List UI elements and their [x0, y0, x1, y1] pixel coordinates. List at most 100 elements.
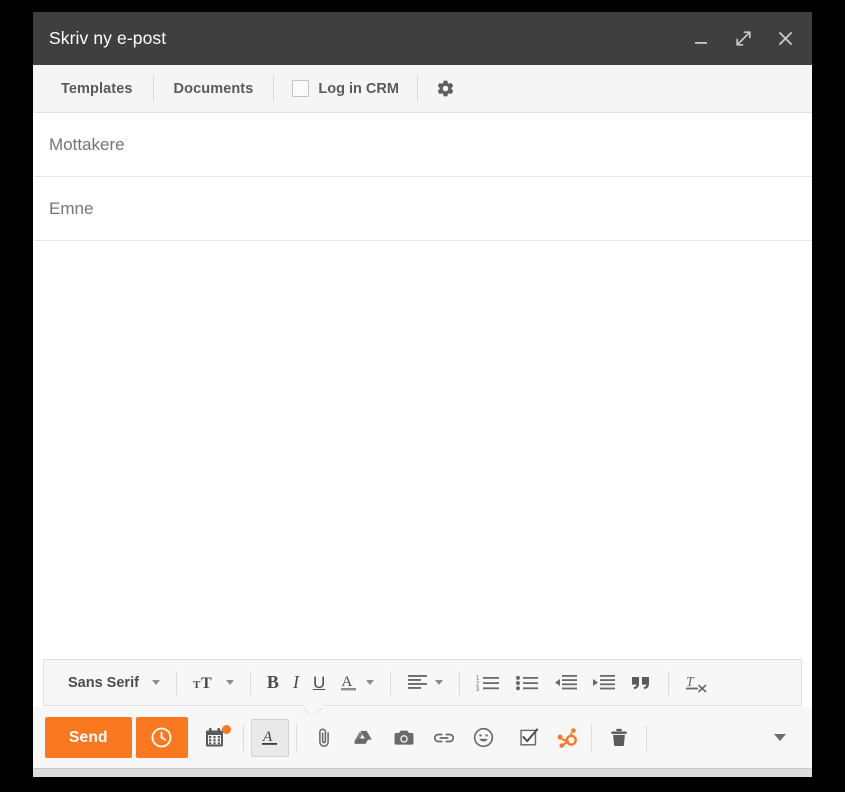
toolbar-divider	[175, 670, 177, 695]
format-text-icon: A	[261, 729, 277, 745]
extension-toolbar: Templates Documents Log in CRM	[33, 65, 812, 113]
templates-label: Templates	[61, 80, 133, 97]
text-color-icon: A	[341, 674, 357, 691]
svg-text:A: A	[262, 729, 273, 745]
formatting-toolbar: Sans Serif T T B I U A 1 2 3 T	[43, 659, 802, 714]
recipients-row[interactable]	[33, 113, 812, 177]
minimize-button[interactable]	[688, 26, 714, 52]
log-in-crm-toggle[interactable]: Log in CRM	[274, 65, 417, 112]
window-titlebar: Skriv ny e-post	[33, 12, 812, 65]
message-body-area[interactable]	[33, 241, 812, 659]
log-in-crm-label: Log in CRM	[318, 80, 399, 97]
italic-icon: I	[292, 672, 299, 692]
toolbar-divider	[668, 670, 670, 695]
close-icon	[778, 32, 792, 45]
chevron-down-icon	[435, 680, 444, 685]
paperclip-icon	[318, 728, 329, 747]
discard-draft-button[interactable]	[599, 718, 639, 758]
svg-text:T: T	[193, 679, 201, 691]
underline-icon: U	[312, 672, 326, 692]
toolbar-divider	[645, 724, 647, 751]
chevron-down-icon	[225, 680, 234, 685]
quote-button[interactable]	[623, 666, 659, 699]
toolbar-divider	[242, 724, 244, 751]
trash-icon	[611, 728, 627, 747]
window-controls	[688, 26, 798, 52]
documents-button[interactable]: Documents	[154, 65, 274, 112]
minimize-icon	[695, 41, 707, 44]
font-family-label: Sans Serif	[68, 674, 139, 691]
compose-email-window: Skriv ny e-post Templates Documents Log …	[33, 12, 812, 777]
hubspot-button[interactable]	[550, 718, 584, 758]
attach-file-button[interactable]	[304, 718, 344, 758]
insert-link-button[interactable]	[424, 718, 464, 758]
chevron-down-icon	[774, 734, 786, 741]
italic-button[interactable]: I	[286, 666, 306, 699]
font-family-dropdown[interactable]: Sans Serif	[53, 666, 167, 699]
numbered-list-icon: 1 2 3	[476, 675, 500, 692]
insert-drive-button[interactable]	[344, 718, 384, 758]
subject-input[interactable]	[49, 198, 796, 219]
send-button[interactable]: Send	[45, 717, 132, 758]
decrease-indent-button[interactable]	[547, 666, 585, 699]
subject-row[interactable]	[33, 177, 812, 241]
increase-indent-button[interactable]	[585, 666, 623, 699]
toolbar-divider	[295, 724, 297, 751]
close-button[interactable]	[772, 26, 798, 52]
message-body-input[interactable]	[49, 255, 796, 645]
numbered-list-button[interactable]: 1 2 3	[469, 666, 508, 699]
text-color-button[interactable]: A	[332, 666, 381, 699]
insert-task-button[interactable]	[510, 718, 550, 758]
action-bar: Send A	[33, 706, 812, 768]
underline-button[interactable]: U	[306, 666, 332, 699]
emoji-icon	[474, 727, 494, 748]
screen: Skriv ny e-post Templates Documents Log …	[0, 0, 845, 792]
log-in-crm-checkbox[interactable]	[292, 80, 310, 97]
link-icon	[433, 733, 454, 742]
checkbox-task-icon	[520, 728, 539, 746]
align-left-icon	[408, 675, 428, 689]
documents-label: Documents	[173, 80, 254, 97]
expand-arrows-icon	[735, 31, 751, 46]
clock-icon	[151, 727, 172, 748]
expand-button[interactable]	[730, 26, 756, 52]
hubspot-sprocket-icon	[557, 727, 577, 748]
remove-formatting-icon: T	[686, 675, 707, 693]
formatting-options-button[interactable]: A	[250, 718, 289, 757]
meetings-button[interactable]	[196, 718, 236, 758]
schedule-send-button[interactable]	[135, 717, 188, 758]
bulleted-list-button[interactable]	[508, 666, 547, 699]
camera-icon	[394, 730, 414, 745]
gear-icon	[437, 80, 454, 97]
toolbar-divider	[459, 670, 461, 695]
window-bottom-strip	[33, 768, 812, 777]
remove-formatting-button[interactable]: T	[678, 666, 716, 699]
bold-icon: B	[266, 672, 279, 692]
recipients-input[interactable]	[49, 134, 796, 155]
insert-photo-button[interactable]	[384, 718, 424, 758]
toolbar-divider	[590, 724, 592, 751]
quote-icon	[632, 676, 650, 689]
bold-button[interactable]: B	[260, 666, 286, 699]
chevron-down-icon	[366, 680, 375, 685]
insert-emoji-button[interactable]	[464, 718, 504, 758]
font-size-button[interactable]: T T	[186, 666, 241, 699]
increase-indent-icon	[593, 674, 616, 689]
templates-button[interactable]: Templates	[41, 65, 153, 112]
svg-text:T: T	[201, 675, 212, 692]
more-options-button[interactable]	[760, 718, 800, 758]
align-button[interactable]	[400, 666, 450, 699]
svg-text:A: A	[342, 674, 353, 690]
settings-button[interactable]	[418, 65, 473, 112]
chevron-down-icon	[151, 680, 160, 685]
toolbar-divider	[390, 670, 392, 695]
toolbar-divider	[249, 670, 251, 695]
svg-text:3: 3	[476, 687, 480, 692]
decrease-indent-icon	[555, 674, 578, 689]
font-size-icon: T T	[193, 675, 212, 692]
bulleted-list-icon	[516, 675, 539, 690]
window-title: Skriv ny e-post	[49, 28, 167, 48]
formatting-toolbar-zone: Sans Serif T T B I U A 1 2 3 T	[33, 659, 812, 714]
formatting-toolbar-pointer	[304, 705, 322, 714]
meetings-badge	[221, 724, 231, 734]
